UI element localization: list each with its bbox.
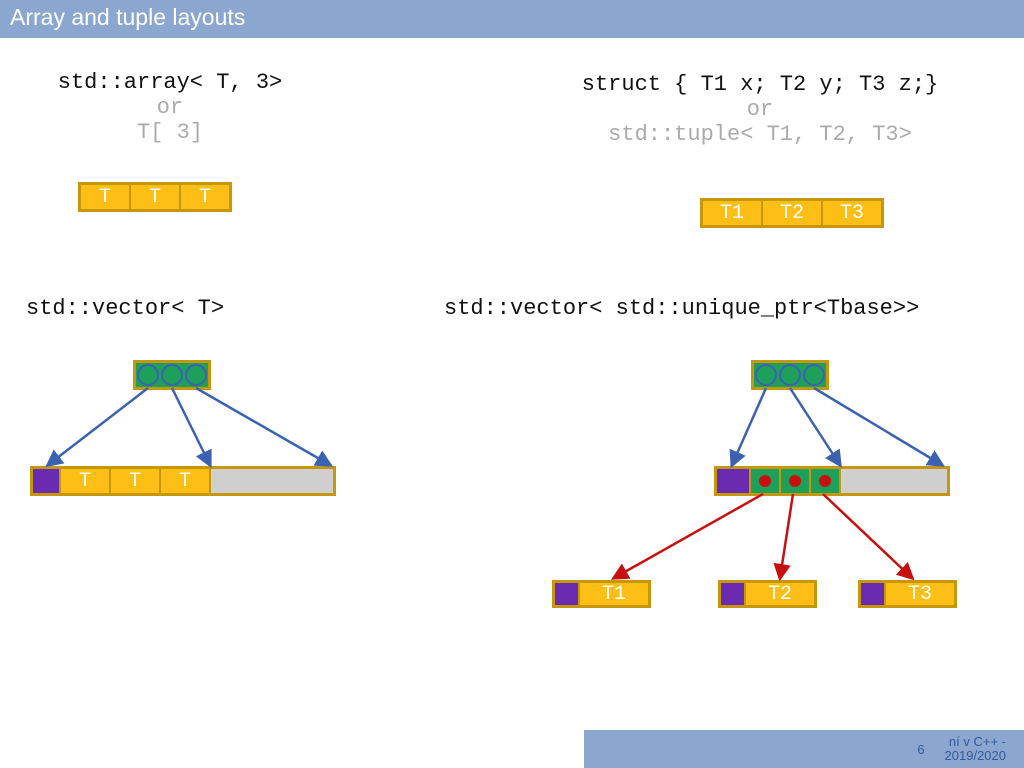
- cell-reserved: [210, 468, 334, 494]
- pointer-slot-icon: [755, 364, 777, 386]
- array-or: or: [20, 95, 320, 120]
- uptr-storage: [714, 466, 950, 496]
- vector-header: std::vector< T>: [26, 296, 224, 321]
- pointer-slot-icon: [779, 364, 801, 386]
- cell-reserved: [840, 468, 948, 494]
- cell: T1: [702, 200, 762, 226]
- cell-header: [32, 468, 60, 494]
- cell: T2: [762, 200, 822, 226]
- uptr-leaf-2: T2: [718, 580, 817, 608]
- cell-header: [554, 582, 579, 606]
- pointer-slot-icon: [161, 364, 183, 386]
- pointer-slot-icon: [185, 364, 207, 386]
- pointer-slot-icon: [137, 364, 159, 386]
- cell: T1: [579, 582, 649, 606]
- cell: T: [130, 184, 180, 210]
- struct-cells: T1 T2 T3: [700, 198, 884, 228]
- footer-course: ní v C++ - 2019/2020: [935, 735, 1016, 764]
- cell: T3: [885, 582, 955, 606]
- cell-header: [860, 582, 885, 606]
- array-cells: T T T: [78, 182, 232, 212]
- cell: T: [80, 184, 130, 210]
- array-code-2: T[ 3]: [20, 120, 320, 145]
- slide-title: Array and tuple layouts: [10, 4, 245, 30]
- slide-title-bar: Array and tuple layouts: [0, 0, 1024, 38]
- uptr-vector-object: [751, 360, 829, 390]
- section-array: std::array< T, 3> or T[ 3]: [20, 70, 320, 145]
- section-vector: std::vector< T>: [26, 296, 224, 321]
- cell: T3: [822, 200, 882, 226]
- uptr-leaf-1: T1: [552, 580, 651, 608]
- section-uptr-vector: std::vector< std::unique_ptr<Tbase>>: [444, 296, 919, 321]
- cell-header: [720, 582, 745, 606]
- cell: T: [110, 468, 160, 494]
- cell: T: [160, 468, 210, 494]
- unique-ptr-cell: [810, 468, 840, 494]
- cell: T: [60, 468, 110, 494]
- unique-ptr-cell: [780, 468, 810, 494]
- cell-header: [716, 468, 750, 494]
- section-struct: struct { T1 x; T2 y; T3 z;} or std::tupl…: [525, 72, 995, 147]
- cell: T2: [745, 582, 815, 606]
- array-code-1: std::array< T, 3>: [20, 70, 320, 95]
- cell: T: [180, 184, 230, 210]
- footer-bar: 6 ní v C++ - 2019/2020: [584, 730, 1024, 768]
- uptr-leaf-3: T3: [858, 580, 957, 608]
- unique-ptr-cell: [750, 468, 780, 494]
- struct-or: or: [525, 97, 995, 122]
- pointer-slot-icon: [803, 364, 825, 386]
- struct-code-1: struct { T1 x; T2 y; T3 z;}: [525, 72, 995, 97]
- page-number: 6: [907, 742, 934, 757]
- uptr-header: std::vector< std::unique_ptr<Tbase>>: [444, 296, 919, 321]
- vector-storage: T T T: [30, 466, 336, 496]
- vector-object: [133, 360, 211, 390]
- struct-code-2: std::tuple< T1, T2, T3>: [525, 122, 995, 147]
